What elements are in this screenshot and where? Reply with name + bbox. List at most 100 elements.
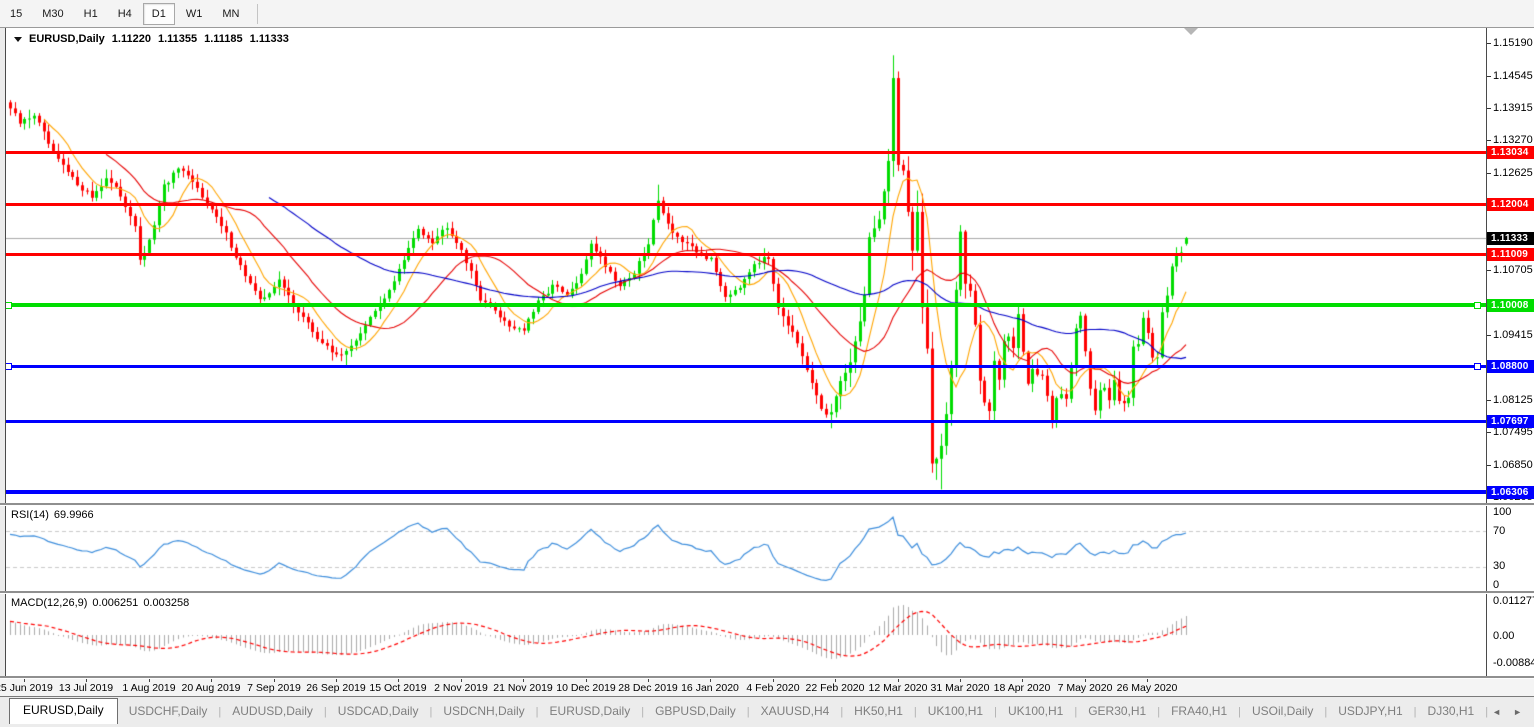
horizontal-level-line-1.10008[interactable]	[6, 303, 1486, 307]
timeframe-button-m30[interactable]: M30	[33, 3, 72, 25]
date-axis-label: 28 Dec 2019	[618, 682, 678, 694]
tab-scroll-left-icon[interactable]: ◄	[1492, 707, 1501, 717]
line-handle-left-1.08800[interactable]	[5, 363, 12, 370]
price-axis-label: 1.06850	[1493, 459, 1533, 471]
price-level-badge-1.08800: 1.08800	[1487, 360, 1534, 373]
ohlc-low: 1.11185	[204, 33, 243, 45]
rsi-value: 69.9966	[53, 509, 94, 521]
date-axis-label: 2 Nov 2019	[434, 682, 488, 694]
date-axis-label: 15 Oct 2019	[369, 682, 427, 694]
horizontal-level-line-1.07697[interactable]	[6, 420, 1486, 423]
price-chart-panel[interactable]	[6, 28, 1486, 505]
date-axis-label: 21 Nov 2019	[493, 682, 553, 694]
tab-scroll-right-icon[interactable]: ►	[1513, 707, 1522, 717]
tab-fra40-h1[interactable]: FRA40,H1	[1160, 700, 1238, 723]
rsi-indicator-label: RSI(14) 69.9966	[11, 509, 99, 521]
macd-indicator-label: MACD(12,26,9) 0.006251 0.003258	[11, 597, 194, 609]
price-axis-tick	[1487, 335, 1491, 336]
chart-left-border	[5, 28, 6, 678]
chart-shift-marker-icon[interactable]	[1184, 28, 1198, 35]
horizontal-level-line-1.11009[interactable]	[6, 253, 1486, 256]
date-axis-label: 4 Feb 2020	[746, 682, 800, 694]
price-axis-tick	[1487, 43, 1491, 44]
tab-usdcnh-daily[interactable]: USDCNH,Daily	[432, 700, 535, 723]
price-axis-tick	[1487, 270, 1491, 271]
price-axis-label: 1.08125	[1493, 394, 1533, 406]
tab-uk100-h1[interactable]: UK100,H1	[997, 700, 1074, 723]
chart-dropdown-icon[interactable]	[14, 36, 22, 42]
date-axis-label: 26 Sep 2019	[306, 682, 366, 694]
date-axis-label: 10 Dec 2019	[556, 682, 616, 694]
macd-canvas[interactable]	[6, 593, 1486, 678]
tab-uk100-h1[interactable]: UK100,H1	[917, 700, 994, 723]
tab-gbpusd-daily[interactable]: GBPUSD,Daily	[644, 700, 747, 723]
price-axis-border	[1486, 28, 1487, 678]
date-axis-label: 26 May 2020	[1116, 682, 1178, 694]
price-axis-label: 1.09415	[1493, 329, 1533, 341]
price-level-badge-1.12004: 1.12004	[1487, 198, 1534, 211]
ohlc-close: 1.11333	[249, 33, 289, 45]
price-axis-tick	[1487, 400, 1491, 401]
timeframe-button-mn[interactable]: MN	[213, 3, 248, 25]
price-axis-tick	[1487, 76, 1491, 77]
date-axis-label: 7 May 2020	[1057, 682, 1113, 694]
date-axis-label: 25 Jun 2019	[0, 682, 53, 694]
price-axis-label: 1.13270	[1493, 134, 1533, 146]
date-axis-label: 31 Mar 2020	[930, 682, 990, 694]
macd-axis-label: -0.008845	[1493, 657, 1534, 669]
price-axis-label: 1.10705	[1493, 264, 1533, 276]
panel-splitter-rsi[interactable]	[0, 503, 1534, 506]
date-axis-label: 12 Mar 2020	[868, 682, 928, 694]
price-axis-tick	[1487, 432, 1491, 433]
macd-axis-label: 0.011277	[1493, 595, 1534, 607]
date-axis-label: 20 Aug 2019	[181, 682, 241, 694]
tab-usdchf-daily[interactable]: USDCHF,Daily	[118, 700, 219, 723]
tab-eurusd-daily[interactable]: EURUSD,Daily	[539, 700, 642, 723]
tab-audusd-daily[interactable]: AUDUSD,Daily	[221, 700, 324, 723]
price-axis-tick	[1487, 465, 1491, 466]
tab-divider: |	[1485, 706, 1489, 718]
date-axis-label: 18 Apr 2020	[993, 682, 1051, 694]
tab-usdjpy-h1[interactable]: USDJPY,H1	[1327, 700, 1413, 723]
tab-hk50-h1[interactable]: HK50,H1	[843, 700, 914, 723]
price-axis-label: 1.12625	[1493, 167, 1533, 179]
horizontal-level-line-1.06306[interactable]	[6, 490, 1486, 494]
timeframe-button-h4[interactable]: H4	[109, 3, 141, 25]
timeframe-button-w1[interactable]: W1	[177, 3, 212, 25]
macd-panel[interactable]	[6, 593, 1486, 678]
line-handle-left-1.10008[interactable]	[5, 302, 12, 309]
macd-name: MACD(12,26,9)	[11, 597, 88, 609]
horizontal-level-line-1.08800[interactable]	[6, 365, 1486, 368]
price-level-badge-1.13034: 1.13034	[1487, 146, 1534, 159]
tab-xauusd-h4[interactable]: XAUUSD,H4	[750, 700, 841, 723]
date-axis-label: 7 Sep 2019	[247, 682, 301, 694]
rsi-panel[interactable]	[6, 505, 1486, 593]
timeframe-button-h1[interactable]: H1	[75, 3, 107, 25]
chart-title: EURUSD,Daily 1.11220 1.11355 1.11185 1.1…	[14, 33, 289, 45]
timeframe-button-15[interactable]: 15	[1, 3, 31, 25]
panel-splitter-macd[interactable]	[0, 591, 1534, 594]
date-axis-label: 22 Feb 2020	[805, 682, 865, 694]
date-axis-label: 16 Jan 2020	[681, 682, 739, 694]
tab-dj30-h1[interactable]: DJ30,H1	[1417, 700, 1486, 723]
tab-eurusd-daily[interactable]: EURUSD,Daily	[9, 698, 118, 724]
panel-splitter-bottom	[0, 676, 1534, 679]
chart-symbol-label: EURUSD,Daily	[29, 33, 105, 45]
rsi-canvas[interactable]	[6, 505, 1486, 593]
price-canvas[interactable]	[6, 28, 1486, 505]
tab-ger30-h1[interactable]: GER30,H1	[1077, 700, 1157, 723]
tab-usoil-daily[interactable]: USOil,Daily	[1241, 700, 1324, 723]
chart-tab-bar: EURUSD,Daily USDCHF,Daily | AUDUSD,Daily | US…	[0, 696, 1534, 724]
timeframe-toolbar: 15 M30 H1 H4 D1 W1 MN	[0, 0, 1534, 28]
rsi-axis-label: 0	[1493, 579, 1500, 591]
tab-usdcad-daily[interactable]: USDCAD,Daily	[327, 700, 430, 723]
toolbar-separator	[257, 3, 259, 24]
line-handle-right-1.10008[interactable]	[1474, 302, 1481, 309]
horizontal-level-line-1.12004[interactable]	[6, 203, 1486, 206]
horizontal-level-line-1.13034[interactable]	[6, 151, 1486, 154]
price-level-badge-1.06306: 1.06306	[1487, 486, 1534, 499]
trading-platform-window: 15 M30 H1 H4 D1 W1 MN EURUSD,Daily 1.11220 1.1…	[0, 0, 1534, 727]
line-handle-right-1.08800[interactable]	[1474, 363, 1481, 370]
macd-main-value: 0.006251	[92, 597, 139, 609]
timeframe-button-d1[interactable]: D1	[142, 2, 175, 25]
